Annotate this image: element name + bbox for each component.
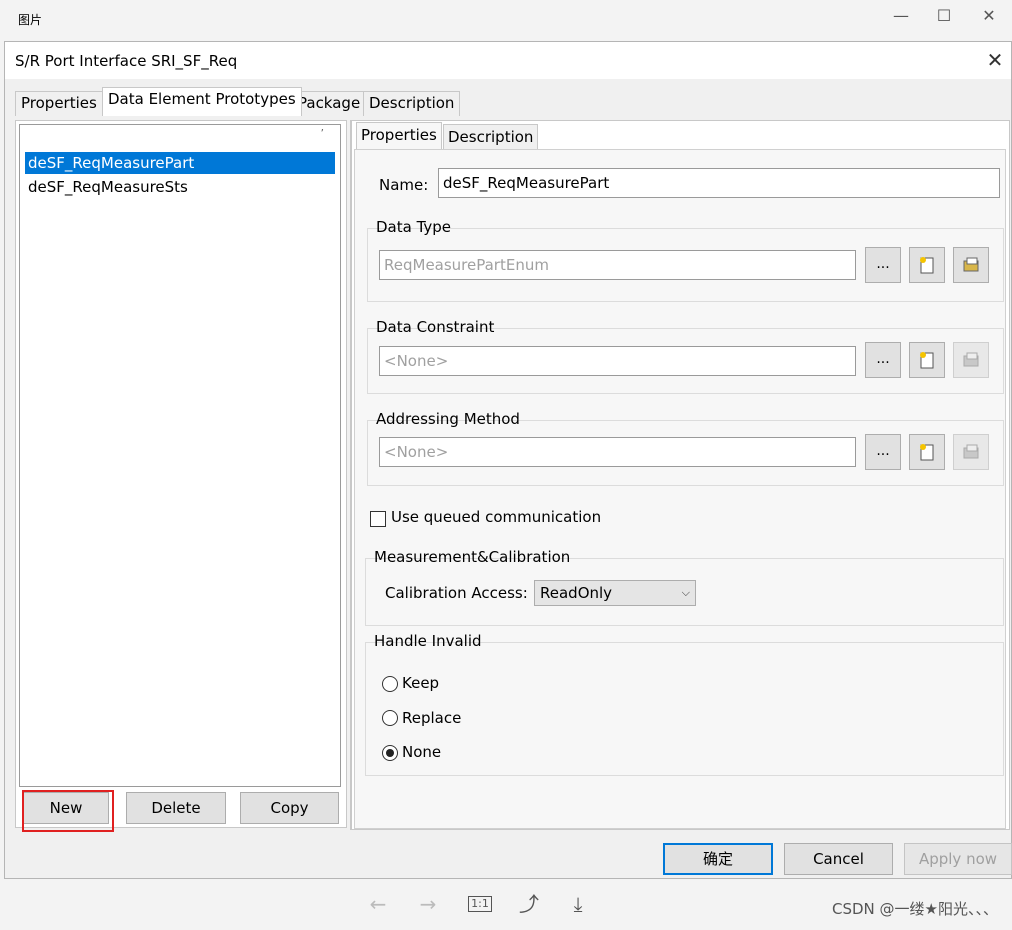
data-constraint-browse-button[interactable]: ... xyxy=(865,342,901,378)
viewer-title: 图片 xyxy=(18,13,43,27)
use-queued-checkbox[interactable] xyxy=(370,511,386,527)
data-element-list-panel: ʼ deSF_ReqMeasurePart deSF_ReqMeasureSts… xyxy=(15,120,347,832)
name-field[interactable]: deSF_ReqMeasurePart xyxy=(438,168,1000,198)
port-interface-dialog: S/R Port Interface SRI_SF_Req ✕ Properti… xyxy=(4,41,1012,879)
dialog-header: S/R Port Interface SRI_SF_Req ✕ xyxy=(5,42,1011,79)
close-icon[interactable]: ✕ xyxy=(974,4,1004,28)
data-type-new-icon[interactable] xyxy=(909,247,945,283)
arrow-left-icon[interactable]: ← xyxy=(364,892,392,916)
radio-replace[interactable] xyxy=(382,710,398,726)
data-constraint-label: Data Constraint xyxy=(376,318,495,336)
viewer-titlebar: 图片 — ☐ ✕ xyxy=(0,0,1012,40)
measurement-calibration-label: Measurement&Calibration xyxy=(374,548,571,566)
addressing-method-open-icon xyxy=(953,434,989,470)
data-type-label: Data Type xyxy=(376,218,452,236)
arrow-right-icon[interactable]: → xyxy=(414,892,442,916)
new-button-highlight xyxy=(22,790,114,832)
properties-pane: Name: deSF_ReqMeasurePart Data Type ReqM… xyxy=(354,149,1006,829)
actual-size-label: 1:1 xyxy=(468,896,492,912)
ok-button[interactable]: 确定 xyxy=(663,843,773,875)
data-constraint-open-icon xyxy=(953,342,989,378)
radio-keep[interactable] xyxy=(382,676,398,692)
delete-button[interactable]: Delete xyxy=(126,792,226,824)
tab-data-element-prototypes[interactable]: Data Element Prototypes xyxy=(102,87,302,116)
data-constraint-field: <None> xyxy=(379,346,856,376)
calibration-access-value: ReadOnly xyxy=(540,584,613,602)
data-constraint-new-icon[interactable] xyxy=(909,342,945,378)
list-header-tick: ʼ xyxy=(320,127,325,140)
radio-keep-label: Keep xyxy=(402,674,440,692)
addressing-method-new-icon[interactable] xyxy=(909,434,945,470)
dialog-title: S/R Port Interface SRI_SF_Req xyxy=(15,52,238,70)
data-type-browse-button[interactable]: ... xyxy=(865,247,901,283)
calibration-access-label: Calibration Access: xyxy=(385,584,528,602)
apply-now-button: Apply now xyxy=(904,843,1012,875)
addressing-method-field: <None> xyxy=(379,437,856,467)
use-queued-label: Use queued communication xyxy=(391,508,602,526)
watermark: CSDN @一缕★阳光、、、 xyxy=(832,900,998,918)
download-icon[interactable]: ⤓ xyxy=(564,892,592,916)
list-item[interactable]: deSF_ReqMeasurePart xyxy=(25,152,335,174)
data-type-open-icon[interactable] xyxy=(953,247,989,283)
rotate-icon[interactable]: ⤴ xyxy=(515,892,543,916)
viewer-toolbar: ← → 1:1 ⤴ ⤓ CSDN @一缕★阳光、、、 xyxy=(0,880,1012,930)
actual-size-icon[interactable]: 1:1 xyxy=(466,892,494,916)
tab-properties[interactable]: Properties xyxy=(15,91,103,116)
tab-description[interactable]: Description xyxy=(363,91,461,116)
addressing-method-browse-button[interactable]: ... xyxy=(865,434,901,470)
data-element-list[interactable]: ʼ deSF_ReqMeasurePart deSF_ReqMeasureSts xyxy=(19,124,341,787)
data-element-details-panel: Properties Description Name: deSF_ReqMea… xyxy=(350,120,1010,830)
maximize-icon[interactable]: ☐ xyxy=(929,4,959,28)
radio-none[interactable] xyxy=(382,745,398,761)
handle-invalid-label: Handle Invalid xyxy=(374,632,482,650)
calibration-access-select[interactable]: ReadOnly ⌵ xyxy=(534,580,696,606)
detail-tab-properties[interactable]: Properties xyxy=(356,122,442,150)
minimize-icon[interactable]: — xyxy=(886,4,916,28)
list-item[interactable]: deSF_ReqMeasureSts xyxy=(25,176,335,198)
cancel-button[interactable]: Cancel xyxy=(784,843,893,875)
dialog-close-icon[interactable]: ✕ xyxy=(983,48,1007,72)
data-type-field: ReqMeasurePartEnum xyxy=(379,250,856,280)
name-label: Name: xyxy=(379,176,429,194)
radio-none-label: None xyxy=(402,743,442,761)
tab-package[interactable]: Package xyxy=(292,91,367,116)
addressing-method-label: Addressing Method xyxy=(376,410,520,428)
chevron-down-icon: ⌵ xyxy=(681,586,690,599)
radio-replace-label: Replace xyxy=(402,709,462,727)
detail-tab-description[interactable]: Description xyxy=(443,124,539,150)
copy-button[interactable]: Copy xyxy=(240,792,339,824)
